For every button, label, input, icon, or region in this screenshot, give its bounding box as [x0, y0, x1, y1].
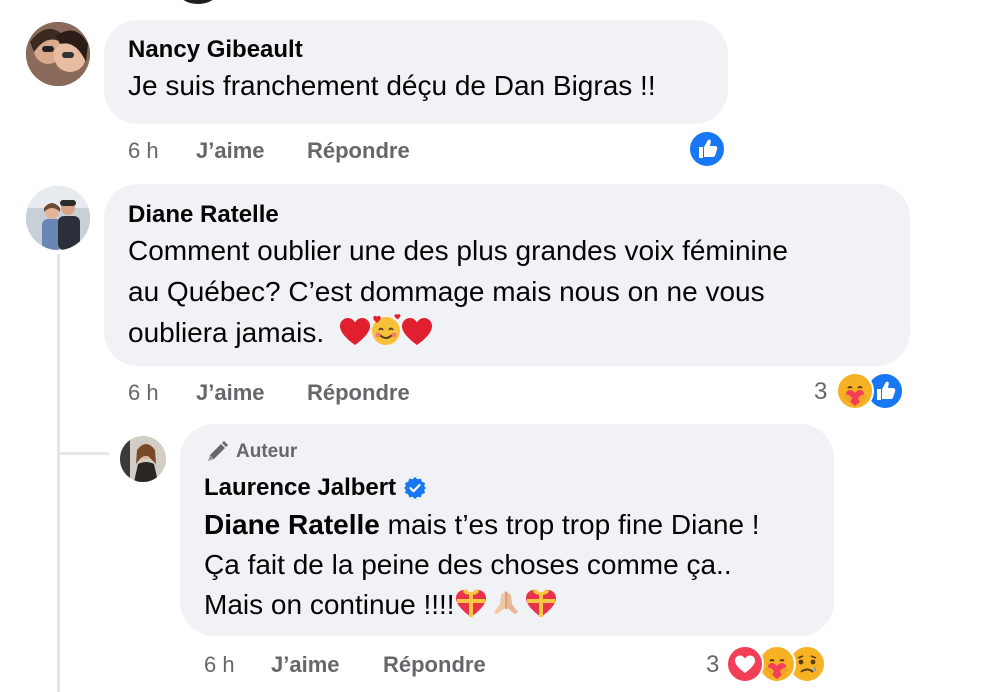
- comment-text-line: Ça fait de la peine des choses comme ça.…: [204, 549, 732, 580]
- author-badge: Auteur: [204, 438, 297, 466]
- praying-hands-icon: [491, 588, 521, 629]
- partial-avatar-top: [178, 0, 218, 4]
- comment-text-line: Mais on continue !!!!: [204, 585, 557, 629]
- comment-text-fragment: mais t’es trop trop fine Diane !: [379, 509, 760, 540]
- thread-branch: [57, 452, 109, 455]
- comment-text-line: au Québec? C’est dommage mais nous on ne…: [128, 276, 765, 307]
- comment-text-fragment: oubliera jamais.: [128, 317, 325, 348]
- reaction-count[interactable]: 3: [814, 378, 827, 406]
- author-badge-label: Auteur: [236, 441, 298, 462]
- heart-icon: [401, 317, 432, 357]
- verified-badge-icon: [404, 477, 427, 499]
- reply-action-button[interactable]: Répondre: [307, 138, 410, 164]
- avatar-diane-ratelle[interactable]: [26, 186, 90, 250]
- pen-icon: [204, 439, 230, 465]
- comment-text-line: Comment oublier une des plus grandes voi…: [128, 235, 788, 266]
- comment-timestamp[interactable]: 6 h: [128, 380, 159, 406]
- heart-icon: [339, 317, 370, 357]
- care-reaction-icon[interactable]: [836, 372, 874, 410]
- comment-text-line: Diane Ratelle mais t’es trop trop fine D…: [204, 505, 760, 545]
- comment-timestamp[interactable]: 6 h: [204, 652, 235, 678]
- author-name-row: Laurence Jalbert: [204, 472, 427, 504]
- comment-text-fragment: Mais on continue !!!!: [204, 589, 455, 620]
- smiling-face-with-hearts-icon: [370, 314, 402, 357]
- heart-gift-icon: [525, 588, 557, 629]
- comment-text: Je suis franchement déçu de Dan Bigras !…: [128, 70, 656, 101]
- comment-timestamp[interactable]: 6 h: [128, 138, 159, 164]
- like-reaction-icon[interactable]: [688, 130, 726, 168]
- comment-author-name[interactable]: Laurence Jalbert: [204, 474, 396, 502]
- heart-gift-icon: [455, 588, 487, 629]
- love-reaction-icon[interactable]: [726, 645, 764, 683]
- avatar-nancy-gibeault[interactable]: [26, 22, 90, 86]
- comment-text-line: oubliera jamais.: [128, 313, 432, 357]
- comment-author-name[interactable]: Nancy Gibeault: [128, 36, 303, 64]
- reaction-count[interactable]: 3: [706, 651, 719, 679]
- reply-action-button[interactable]: Répondre: [383, 652, 486, 678]
- like-action-button[interactable]: J’aime: [271, 652, 340, 678]
- thread-line: [57, 254, 60, 692]
- comment-author-name[interactable]: Diane Ratelle: [128, 201, 279, 229]
- like-action-button[interactable]: J’aime: [196, 138, 265, 164]
- mention-link[interactable]: Diane Ratelle: [204, 509, 380, 540]
- avatar-laurence-jalbert[interactable]: [120, 436, 166, 482]
- like-action-button[interactable]: J’aime: [196, 380, 265, 406]
- reply-action-button[interactable]: Répondre: [307, 380, 410, 406]
